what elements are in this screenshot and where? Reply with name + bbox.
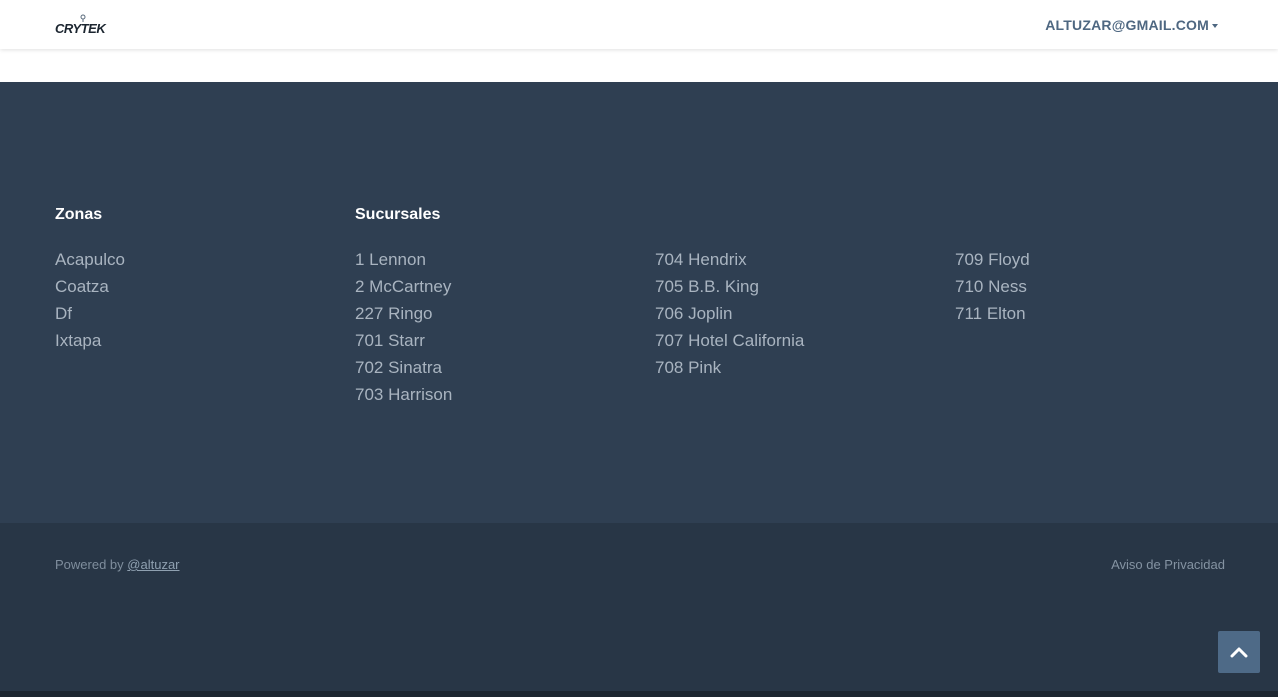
sucursal-link[interactable]: 1 Lennon xyxy=(355,250,426,269)
sucursales-column-3: 709 Floyd 710 Ness 711 Elton xyxy=(955,206,1030,327)
sucursal-link[interactable]: 703 Harrison xyxy=(355,385,452,404)
sucursal-link[interactable]: 2 McCartney xyxy=(355,277,451,296)
list-item: 708 Pink xyxy=(655,354,804,381)
content-area xyxy=(0,49,1278,82)
sucursal-link[interactable]: 706 Joplin xyxy=(655,304,733,323)
list-item: 709 Floyd xyxy=(955,246,1030,273)
user-email: ALTUZAR@GMAIL.COM xyxy=(1045,17,1209,33)
list-item: 706 Joplin xyxy=(655,300,804,327)
user-menu-dropdown[interactable]: ALTUZAR@GMAIL.COM xyxy=(1045,17,1218,33)
powered-by-text: Powered by xyxy=(55,557,124,572)
page-bottom-edge xyxy=(0,691,1278,697)
zona-link[interactable]: Coatza xyxy=(55,277,109,296)
sucursales-list: 1 Lennon 2 McCartney 227 Ringo 701 Starr… xyxy=(355,246,452,408)
list-item: Ixtapa xyxy=(55,327,125,354)
sucursal-link[interactable]: 710 Ness xyxy=(955,277,1027,296)
list-item: 227 Ringo xyxy=(355,300,452,327)
sucursal-link[interactable]: 702 Sinatra xyxy=(355,358,442,377)
svg-text:CRYTEK: CRYTEK xyxy=(55,21,107,36)
sucursal-link[interactable]: 705 B.B. King xyxy=(655,277,759,296)
sucursal-link[interactable]: 709 Floyd xyxy=(955,250,1030,269)
zona-link[interactable]: Ixtapa xyxy=(55,331,101,350)
brand-logo[interactable]: CRYTEK xyxy=(55,14,115,36)
powered-by-link[interactable]: @altuzar xyxy=(127,557,179,572)
column-spacer xyxy=(655,206,804,224)
sucursal-link[interactable]: 707 Hotel California xyxy=(655,331,804,350)
list-item: 701 Starr xyxy=(355,327,452,354)
list-item: 705 B.B. King xyxy=(655,273,804,300)
list-item: 704 Hendrix xyxy=(655,246,804,273)
zona-link[interactable]: Df xyxy=(55,304,72,323)
sucursal-link[interactable]: 711 Elton xyxy=(955,304,1026,323)
zona-link[interactable]: Acapulco xyxy=(55,250,125,269)
list-item: 702 Sinatra xyxy=(355,354,452,381)
chevron-up-icon xyxy=(1230,647,1248,658)
privacy-link[interactable]: Aviso de Privacidad xyxy=(1111,557,1225,572)
zonas-title: Zonas xyxy=(55,206,103,223)
list-item: 2 McCartney xyxy=(355,273,452,300)
list-item: Coatza xyxy=(55,273,125,300)
powered-by: Powered by @altuzar xyxy=(55,557,180,572)
footer-bottom-bar: Powered by @altuzar Aviso de Privacidad xyxy=(0,523,1278,691)
sucursal-link[interactable]: 227 Ringo xyxy=(355,304,433,323)
sucursales-column-2: 704 Hendrix 705 B.B. King 706 Joplin 707… xyxy=(655,206,804,381)
list-item: 707 Hotel California xyxy=(655,327,804,354)
back-to-top-button[interactable] xyxy=(1218,631,1260,673)
list-item: 703 Harrison xyxy=(355,381,452,408)
sucursal-link[interactable]: 701 Starr xyxy=(355,331,425,350)
crytek-logo: CRYTEK xyxy=(55,14,108,36)
zonas-column: Zonas Acapulco Coatza Df Ixtapa xyxy=(55,206,125,354)
footer-links: Zonas Acapulco Coatza Df Ixtapa Sucursal… xyxy=(0,82,1278,523)
sucursal-link[interactable]: 708 Pink xyxy=(655,358,721,377)
column-spacer xyxy=(955,206,1030,224)
caret-down-icon xyxy=(1212,23,1218,28)
list-item: Df xyxy=(55,300,125,327)
list-item: 711 Elton xyxy=(955,300,1030,327)
navbar: CRYTEK ALTUZAR@GMAIL.COM xyxy=(0,0,1278,49)
list-item: 1 Lennon xyxy=(355,246,452,273)
list-item: 710 Ness xyxy=(955,273,1030,300)
sucursal-link[interactable]: 704 Hendrix xyxy=(655,250,747,269)
sucursales-list: 704 Hendrix 705 B.B. King 706 Joplin 707… xyxy=(655,246,804,381)
sucursales-list: 709 Floyd 710 Ness 711 Elton xyxy=(955,246,1030,327)
list-item: Acapulco xyxy=(55,246,125,273)
sucursales-column-1: Sucursales 1 Lennon 2 McCartney 227 Ring… xyxy=(355,206,452,408)
zonas-list: Acapulco Coatza Df Ixtapa xyxy=(55,246,125,354)
sucursales-title: Sucursales xyxy=(355,206,441,223)
